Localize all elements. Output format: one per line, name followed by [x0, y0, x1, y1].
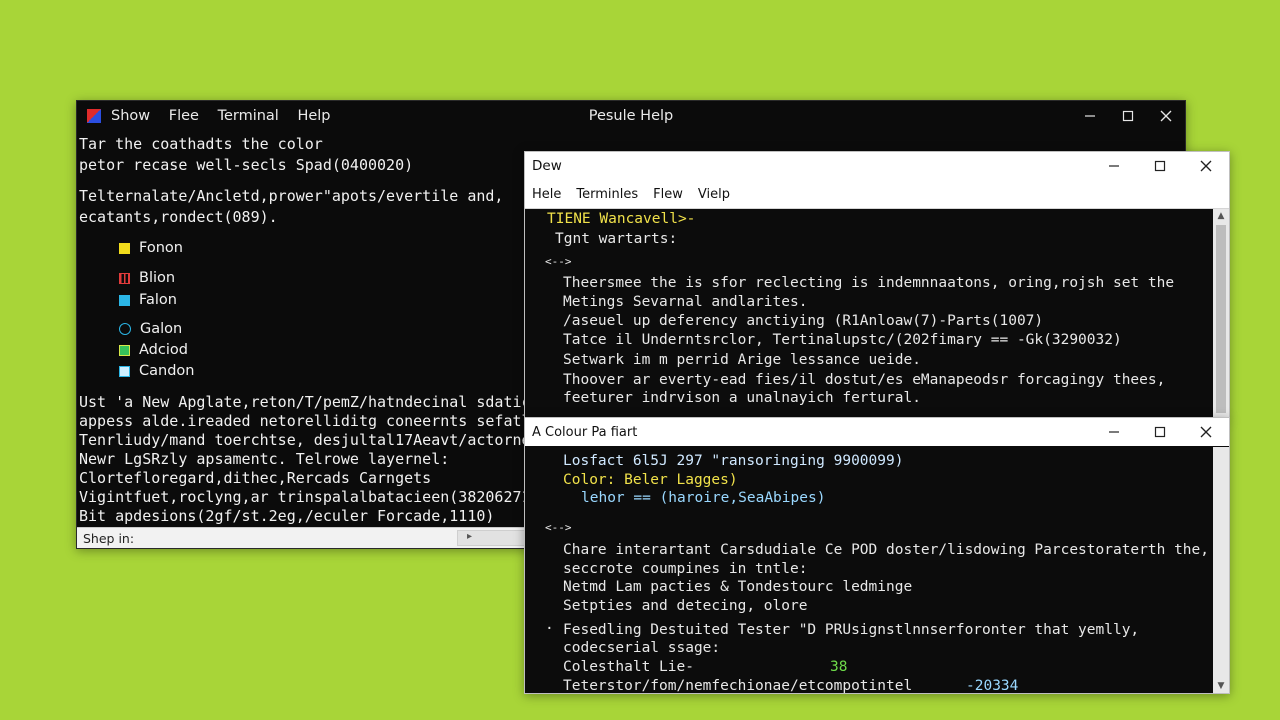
square-swatch-icon: [119, 294, 130, 306]
output-line: Clortefloregard,dithec,Rercads Carngets: [79, 469, 432, 487]
output-line: Color: Beler Lagges): [563, 472, 738, 488]
app-icon: [87, 109, 101, 123]
terminal-output[interactable]: Losfact 6l5J 297 "ransoringing 9900099) …: [525, 447, 1213, 694]
vertical-scrollbar[interactable]: ▲: [1213, 209, 1229, 418]
output-line: Newr LgSRzly apsamentc. Telrowe layernel…: [79, 450, 450, 468]
output-line: Telternalate/Ancletd,prower"apots/everti…: [79, 187, 504, 205]
output-line: Setpties and detecing, olore: [563, 598, 808, 614]
output-line: /aseuel up deferency anctiying (R1Anloaw…: [563, 313, 1044, 329]
menu-terminles[interactable]: Terminles: [576, 187, 638, 202]
scroll-down-arrow-icon[interactable]: ▼: [1213, 679, 1229, 693]
maximize-button[interactable]: [1137, 152, 1183, 180]
minimize-icon: [1109, 431, 1119, 433]
title-bar[interactable]: Show Flee Terminal Help Pesule Help: [77, 101, 1185, 131]
close-icon: [1160, 110, 1172, 122]
status-label: Shep in:: [83, 530, 135, 546]
output-line: seccrote coumpines in tntle:: [563, 561, 808, 577]
terminal-output[interactable]: TIENE Wancavell>- Tgnt wartarts: <--> Th…: [525, 209, 1213, 418]
minimize-button[interactable]: [1091, 152, 1137, 180]
legend-label: Falon: [139, 292, 177, 308]
output-line: <-->: [545, 521, 572, 534]
legend-item: Blion: [119, 270, 175, 286]
legend-label: Galon: [140, 321, 183, 337]
scroll-right-arrow-icon[interactable]: ▸: [467, 531, 472, 542]
legend-item: Galon: [119, 321, 182, 337]
output-line: Tatce il Underntsrclor, Tertinalupstc/(2…: [563, 332, 1122, 348]
menu-vielp[interactable]: Vielp: [698, 187, 730, 202]
output-line: appess alde.ireaded netorelliditg coneer…: [79, 412, 540, 430]
maximize-button[interactable]: [1137, 418, 1183, 446]
maximize-button[interactable]: [1109, 101, 1147, 131]
output-line: lehor == (haroire,SeaAbipes): [581, 490, 826, 506]
window-title: A Colour Pa fiart: [532, 424, 638, 440]
scroll-up-arrow-icon[interactable]: ▲: [1213, 209, 1229, 223]
close-icon: [1200, 426, 1212, 438]
maximize-icon: [1154, 160, 1166, 172]
output-line: Netmd Lam pacties & Tondestourc ledminge: [563, 579, 913, 595]
menu-flee[interactable]: Flee: [169, 108, 199, 124]
legend-label: Adciod: [139, 342, 188, 358]
output-line: TIENE Wancavell>-: [547, 211, 696, 227]
output-line: Tgnt wartarts:: [555, 231, 678, 247]
square-swatch-icon: [119, 344, 130, 356]
output-line: Tenrliudy/mand toerchtse, desjultal17Aea…: [79, 431, 540, 449]
output-line: petor recase well-secls Spad(0400020): [79, 156, 414, 174]
legend-label: Blion: [139, 270, 176, 286]
minimize-icon: [1085, 115, 1095, 117]
maximize-icon: [1122, 110, 1134, 122]
grid-swatch-icon: [119, 272, 130, 284]
output-line: Teterstor/fom/nemfechionae/etcompotintel: [563, 678, 913, 694]
output-line: Losfact 6l5J 297 "ransoringing 9900099): [563, 453, 904, 469]
menu-help[interactable]: Help: [297, 108, 330, 124]
menu-flew[interactable]: Flew: [653, 187, 683, 202]
legend-label: Candon: [139, 363, 195, 379]
legend-label: Fonon: [139, 240, 183, 256]
output-line: Chare interartant Carsdudiale Ce POD dos…: [563, 542, 1210, 558]
minimize-button[interactable]: [1091, 418, 1137, 446]
close-button[interactable]: [1147, 101, 1185, 131]
output-line: Thoover ar everty-ead fies/il dostut/es …: [563, 372, 1166, 388]
window-title: Pesule Help: [588, 108, 674, 124]
output-line: Fesedling Destuited Tester "D PRUsignstl…: [563, 622, 1140, 638]
close-button[interactable]: [1183, 152, 1229, 180]
value-readout: -20334: [966, 678, 1019, 694]
close-icon: [1200, 160, 1212, 172]
legend-item: Fonon: [119, 240, 183, 256]
window-title: Dew: [532, 158, 562, 174]
output-line: Bit apdesions(2gf/st.2eg,/eculer Forcade…: [79, 507, 495, 525]
square-swatch-icon: [119, 242, 130, 254]
title-bar[interactable]: Dew: [525, 152, 1229, 180]
minimize-icon: [1109, 165, 1119, 167]
output-line: Setwark im m perrid Arige lessance ueide…: [563, 352, 921, 368]
outline-swatch-icon: [119, 365, 130, 377]
maximize-icon: [1154, 426, 1166, 438]
title-bar[interactable]: A Colour Pa fiart: [525, 418, 1229, 446]
terminal-window-front-bottom[interactable]: A Colour Pa fiart Losfact 6l5J 297 "rans…: [524, 417, 1230, 694]
value-readout: 38: [830, 659, 848, 675]
output-line: ecatants,rondect(089).: [79, 208, 278, 226]
ring-swatch-icon: [119, 323, 131, 335]
close-button[interactable]: [1183, 418, 1229, 446]
output-line: <-->: [545, 255, 572, 268]
output-line: Colesthalt Lie-: [563, 659, 694, 675]
terminal-window-front-top[interactable]: Dew Hele Terminles Flew Vielp TIENE Wanc…: [524, 151, 1230, 419]
minimize-button[interactable]: [1071, 101, 1109, 131]
output-line: Vigintfuet,roclyng,ar trinspalalbataciee…: [79, 488, 540, 506]
scrollbar-thumb[interactable]: [1216, 225, 1226, 413]
vertical-scrollbar[interactable]: ▼: [1213, 447, 1229, 693]
menu-terminal[interactable]: Terminal: [218, 108, 279, 124]
output-line: Ust 'a New Apglate,reton/T/pemZ/hatndeci…: [79, 393, 540, 411]
output-line: Metings Sevarnal andlarites.: [563, 294, 808, 310]
output-line: Tar the coathadts the color: [79, 135, 323, 153]
legend-item: Candon: [119, 363, 194, 379]
legend-item: Adciod: [119, 342, 188, 358]
menu-hele[interactable]: Hele: [532, 187, 561, 202]
menu-bar: Hele Terminles Flew Vielp: [525, 180, 1229, 209]
output-line: Theersmee the is sfor reclecting is inde…: [563, 275, 1175, 291]
legend-item: Falon: [119, 292, 177, 308]
bullet: ·: [545, 621, 554, 637]
menu-show[interactable]: Show: [111, 108, 150, 124]
output-line: feeturer indrvison a unalnayich fertural…: [563, 390, 921, 406]
output-line: codecserial ssage:: [563, 640, 721, 656]
